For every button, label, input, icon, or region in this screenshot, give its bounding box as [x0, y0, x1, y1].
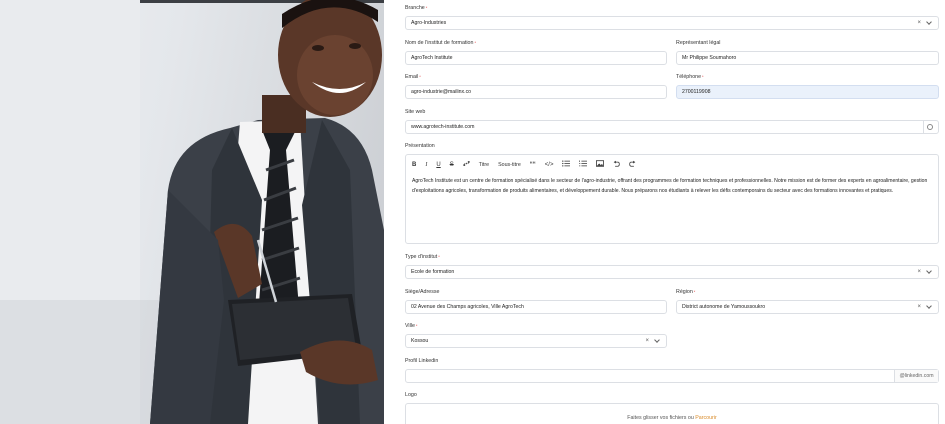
telephone-value: 2700119908 — [682, 89, 711, 95]
nom-label: Nom de l'institut de formation* — [405, 40, 476, 46]
siege-value: 02 Avenue des Champs agricoles, Ville Ag… — [411, 304, 524, 310]
branche-value: Agro-Industries — [411, 20, 447, 26]
globe-icon — [927, 124, 933, 130]
representant-input[interactable]: Mr Philippe Soumahoro — [676, 51, 939, 65]
email-input[interactable]: agro-industrie@mailinx.co — [405, 85, 667, 99]
ville-value: Kossou — [411, 338, 429, 344]
site-label: Site web — [405, 109, 426, 115]
chevron-down-icon[interactable] — [654, 336, 660, 343]
browse-link[interactable]: Parcourir — [695, 415, 717, 421]
siege-input[interactable]: 02 Avenue des Champs agricoles, Ville Ag… — [405, 300, 667, 314]
representant-value: Mr Philippe Soumahoro — [682, 55, 737, 61]
clear-icon[interactable]: × — [917, 269, 921, 275]
type-label: Type d'institut* — [405, 254, 440, 260]
strikethrough-button[interactable]: S — [450, 162, 454, 168]
chevron-down-icon[interactable] — [926, 302, 932, 309]
linkedin-label: Profil Linkedin — [405, 358, 439, 364]
businessman-illustration — [0, 0, 384, 424]
underline-button[interactable]: U — [436, 162, 440, 168]
site-value: www.agrotech-institute.com — [411, 124, 475, 130]
dropzone-text: Faites glisser vos fichiers ou Parcourir — [627, 415, 717, 421]
clear-icon[interactable]: × — [917, 304, 921, 310]
email-label: Email* — [405, 74, 421, 80]
presentation-text[interactable]: AgroTech Institute est un centre de form… — [412, 176, 934, 196]
siege-label: Siège/Adresse — [405, 289, 440, 295]
bold-button[interactable]: B — [412, 162, 416, 168]
linkedin-suffix: @linkedin.com — [894, 370, 938, 382]
site-separator — [923, 121, 924, 133]
italic-button[interactable]: I — [425, 162, 427, 168]
undo-icon[interactable] — [613, 160, 621, 169]
editor-toolbar: B I U S Titre Sous-titre ““ </> — [412, 160, 636, 169]
numbered-list-icon[interactable] — [579, 160, 588, 169]
telephone-label: Téléphone* — [676, 74, 704, 80]
branche-select[interactable]: Agro-Industries × — [405, 16, 939, 30]
linkedin-input[interactable]: @linkedin.com — [405, 369, 939, 383]
telephone-input[interactable]: 2700119908 — [676, 85, 939, 99]
nom-value: AgroTech Institute — [411, 55, 453, 61]
region-value: District autonome de Yamoussoukro — [682, 304, 766, 310]
link-icon[interactable] — [462, 160, 470, 169]
institute-form: Branche* Agro-Industries × Nom de l'inst… — [384, 0, 945, 424]
presentation-label: Présentation — [405, 143, 435, 149]
email-value: agro-industrie@mailinx.co — [411, 89, 472, 95]
redo-icon[interactable] — [629, 160, 636, 169]
subtitle-button[interactable]: Sous-titre — [498, 162, 521, 168]
clear-icon[interactable]: × — [917, 20, 921, 26]
representant-label: Représentant légal — [676, 40, 721, 46]
nom-input[interactable]: AgroTech Institute — [405, 51, 667, 65]
chevron-down-icon[interactable] — [926, 18, 932, 25]
site-input[interactable]: www.agrotech-institute.com — [405, 120, 939, 134]
region-select[interactable]: District autonome de Yamoussoukro × — [676, 300, 939, 314]
clear-icon[interactable]: × — [645, 338, 649, 344]
quote-button[interactable]: ““ — [530, 162, 536, 168]
hero-photo — [0, 0, 384, 424]
presentation-editor[interactable]: B I U S Titre Sous-titre ““ </> AgroTech… — [405, 154, 939, 244]
branche-label: Branche* — [405, 5, 428, 11]
chevron-down-icon[interactable] — [926, 267, 932, 274]
image-icon[interactable] — [596, 160, 605, 169]
ville-label: Ville* — [405, 323, 418, 329]
type-value: Ecole de formation — [411, 269, 455, 275]
logo-label: Logo — [405, 392, 417, 398]
code-button[interactable]: </> — [545, 162, 554, 168]
logo-dropzone[interactable]: Faites glisser vos fichiers ou Parcourir — [405, 403, 939, 424]
region-label: Région* — [676, 289, 696, 295]
ville-select[interactable]: Kossou × — [405, 334, 667, 348]
bullet-list-icon[interactable] — [562, 160, 571, 169]
title-button[interactable]: Titre — [479, 162, 489, 168]
type-select[interactable]: Ecole de formation × — [405, 265, 939, 279]
